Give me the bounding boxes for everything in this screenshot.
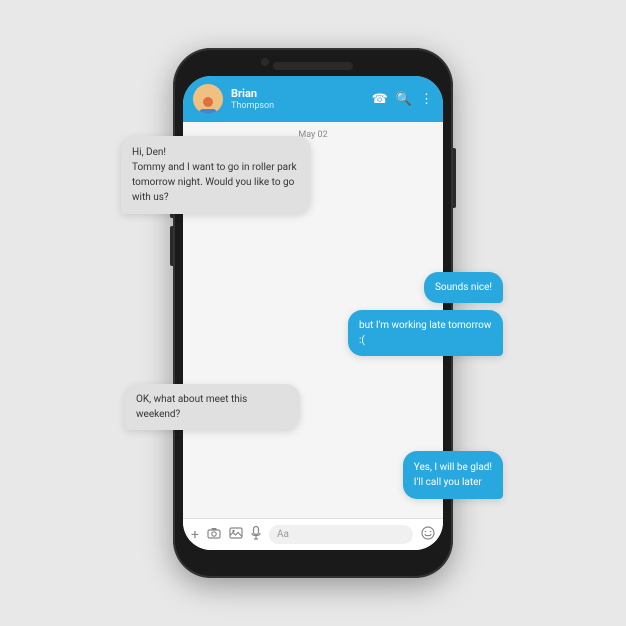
camera-icon[interactable] (207, 527, 221, 543)
contact-name: Brian (231, 87, 364, 100)
chat-header: Brian Thompson ☎ 🔍 ⋮ (183, 76, 443, 122)
contact-lastname: Thompson (231, 101, 364, 111)
phone-icon[interactable]: ☎ (372, 92, 388, 107)
camera (261, 58, 269, 66)
avatar (193, 84, 223, 114)
speaker (273, 62, 353, 70)
image-icon[interactable] (229, 527, 243, 543)
phone: Brian Thompson ☎ 🔍 ⋮ May 02 placeholder … (173, 48, 453, 578)
contact-info: Brian Thompson (231, 87, 364, 110)
input-placeholder: Aa (277, 529, 289, 540)
more-icon[interactable]: ⋮ (420, 92, 433, 107)
chat-toolbar: + (183, 518, 443, 550)
plus-icon[interactable]: + (191, 527, 199, 543)
date-label: May 02 (191, 130, 435, 140)
search-icon[interactable]: 🔍 (396, 92, 412, 107)
emoji-icon[interactable] (421, 526, 435, 544)
power-button (453, 148, 456, 208)
chat-body: May 02 placeholder placeholder placehold… (183, 122, 443, 518)
silent-button (170, 226, 173, 266)
message-input[interactable]: Aa (269, 525, 413, 544)
phone-screen: Brian Thompson ☎ 🔍 ⋮ May 02 placeholder … (183, 76, 443, 550)
mic-icon[interactable] (251, 526, 261, 544)
volume-up-button (170, 138, 173, 168)
volume-down-button (170, 178, 173, 218)
header-icons: ☎ 🔍 ⋮ (372, 92, 433, 107)
